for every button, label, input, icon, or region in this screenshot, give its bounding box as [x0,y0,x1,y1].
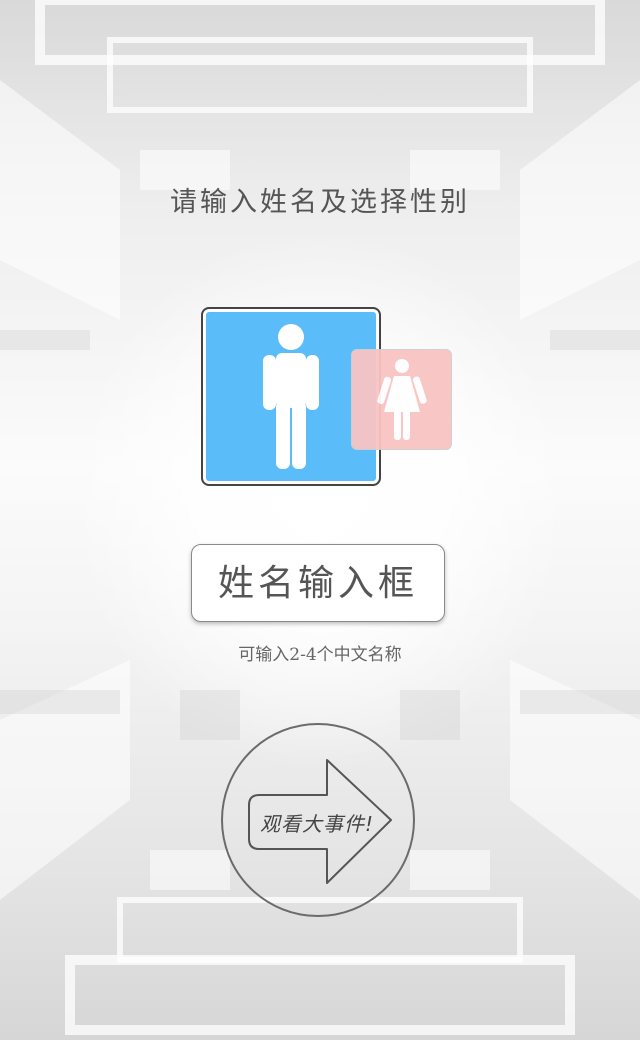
page-title: 请输入姓名及选择性别 [170,187,470,218]
name-input[interactable] [191,544,445,622]
watch-event-button[interactable]: 观看大事件! [221,723,415,917]
female-figure-icon [377,359,427,440]
name-hint: 可输入2-4个中文名称 [238,645,402,665]
watch-button-label: 观看大事件! [259,812,375,836]
gender-female-option[interactable] [351,349,452,450]
